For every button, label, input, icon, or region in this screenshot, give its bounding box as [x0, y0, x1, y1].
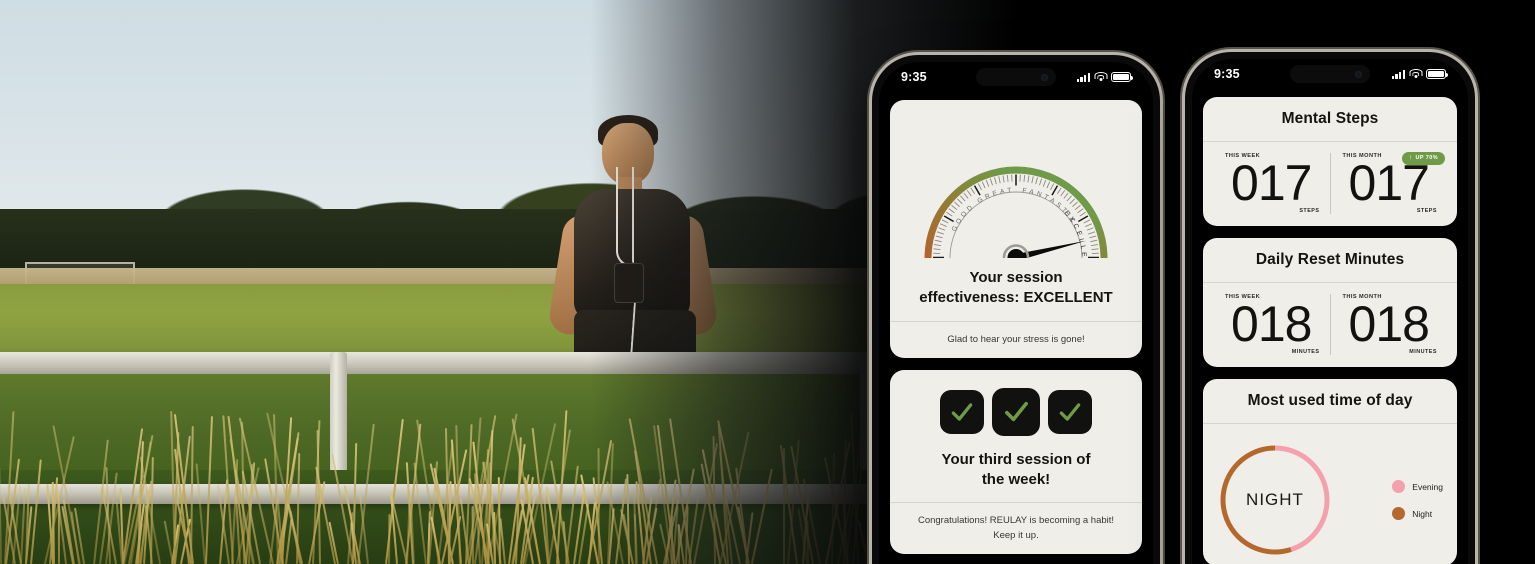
- legend-swatch-evening: [1392, 480, 1406, 493]
- streak-footer-line1: Congratulations! REULAY is becoming a ha…: [917, 515, 1115, 527]
- stat-value: 017: [1231, 155, 1312, 211]
- stat-this-week: THIS WEEK 017 STEPS: [1213, 153, 1330, 214]
- legend-item-night: Night: [1392, 507, 1443, 520]
- gauge-container: GOOD GREAT FANTASTIC EXCELLENT: [890, 100, 1142, 264]
- donut-legend: Evening Night: [1392, 480, 1445, 520]
- daily-reset-minutes-card[interactable]: Daily Reset Minutes THIS WEEK 018 MINUTE…: [1203, 238, 1457, 367]
- status-icons: [1391, 68, 1448, 80]
- check-icon: [992, 387, 1040, 436]
- stat-this-month: THIS MONTH 018 MINUTES: [1329, 294, 1448, 355]
- check-icon: [940, 389, 984, 434]
- session-effectiveness-card[interactable]: GOOD GREAT FANTASTIC EXCELLENT: [890, 100, 1142, 358]
- phone-right-screen: 9:35 Mental Steps THIS WEEK 017 STEPS TH…: [1192, 59, 1468, 564]
- stat-value: 018: [1231, 296, 1312, 352]
- wifi-icon: [1094, 72, 1107, 82]
- battery-full-icon: [1111, 71, 1133, 83]
- stat-this-week: THIS WEEK 018 MINUTES: [1213, 294, 1330, 355]
- svg-text:GOOD: GOOD: [951, 202, 977, 232]
- gauge-label-great: GREAT: [976, 187, 1011, 205]
- gauge-footer-message: Glad to hear your stress is gone!: [890, 320, 1142, 358]
- cellular-bars-icon: [1391, 69, 1405, 79]
- mental-steps-stats: THIS WEEK 017 STEPS THIS MONTH ↑ UP 70% …: [1203, 142, 1457, 226]
- trend-badge-text: UP 70%: [1415, 155, 1438, 162]
- gauge-needle: [1002, 240, 1087, 258]
- status-icons: [1076, 71, 1133, 83]
- streak-checks: [890, 370, 1142, 446]
- hero-photo: [0, 0, 1020, 564]
- gauge-wrap: GOOD GREAT FANTASTIC EXCELLENT: [898, 110, 1134, 258]
- trend-badge: ↑ UP 70%: [1401, 152, 1445, 165]
- streak-caption: Your third session of the week!: [890, 446, 1142, 503]
- time-of-day-title: Most used time of day: [1203, 379, 1457, 424]
- status-time: 9:35: [901, 70, 927, 84]
- dynamic-island: [1290, 65, 1370, 83]
- front-camera-icon: [1041, 73, 1048, 81]
- daily-reset-stats: THIS WEEK 018 MINUTES THIS MONTH 018 MIN…: [1203, 283, 1457, 367]
- stat-value: 017: [1348, 155, 1430, 211]
- screenshot-stage: 9:35 GOOD GREAT FANTASTIC EXCE LE Your s…: [0, 0, 1535, 564]
- donut-center-label: NIGHT: [1246, 490, 1304, 509]
- time-of-day-card[interactable]: Most used time of day NIGHT Evening Nigh…: [1203, 379, 1457, 564]
- status-bar: 9:35: [879, 62, 1153, 92]
- session-streak-card[interactable]: Your third session of the week! Congratu…: [890, 369, 1142, 554]
- phone-left: 9:35 GOOD GREAT FANTASTIC EXCE LE Your s…: [872, 55, 1160, 564]
- daily-reset-title: Daily Reset Minutes: [1203, 238, 1457, 283]
- mental-steps-card[interactable]: Mental Steps THIS WEEK 017 STEPS THIS MO…: [1203, 97, 1457, 226]
- dynamic-island: [976, 68, 1056, 86]
- battery-full-icon: [1426, 68, 1448, 80]
- mental-steps-title: Mental Steps: [1203, 97, 1457, 142]
- gauge-caption-line2: effectiveness: EXCELLENT: [919, 289, 1113, 307]
- streak-footer-message: Congratulations! REULAY is becoming a ha…: [890, 502, 1142, 554]
- phone-right-cards: Mental Steps THIS WEEK 017 STEPS THIS MO…: [1192, 89, 1468, 564]
- stat-value: 018: [1348, 296, 1430, 352]
- wifi-icon: [1409, 69, 1422, 79]
- svg-text:GREAT: GREAT: [976, 187, 1014, 205]
- gauge-label-good: GOOD: [951, 202, 973, 232]
- legend-item-evening: Evening: [1392, 480, 1443, 493]
- check-icon: [1048, 389, 1092, 434]
- stat-this-month: THIS MONTH ↑ UP 70% 017 STEPS: [1329, 152, 1448, 214]
- time-of-day-chart: NIGHT Evening Night: [1203, 424, 1457, 564]
- effectiveness-gauge-icon: GOOD GREAT FANTASTIC EXCELLENT: [910, 110, 1108, 258]
- gauge-caption-line1: Your session: [969, 269, 1063, 286]
- front-camera-icon: [1355, 70, 1362, 78]
- streak-caption-line1: Your third session of: [941, 450, 1091, 468]
- legend-swatch-night: [1392, 507, 1406, 520]
- streak-footer-line2: Keep it up.: [993, 529, 1039, 541]
- gauge-caption: Your session effectiveness: EXCELLENT: [890, 264, 1142, 321]
- status-bar: 9:35: [1192, 59, 1468, 89]
- legend-label-night: Night: [1412, 508, 1433, 519]
- phone-left-screen: 9:35 GOOD GREAT FANTASTIC EXCE LE Your s…: [879, 62, 1153, 564]
- donut-holder: NIGHT: [1215, 440, 1335, 560]
- cellular-bars-icon: [1076, 72, 1090, 82]
- status-time: 9:35: [1214, 67, 1240, 81]
- streak-caption-line2: the week!: [981, 471, 1051, 488]
- phone-left-cards: GOOD GREAT FANTASTIC EXCELLENT: [879, 92, 1153, 562]
- arrow-up-icon: ↑: [1408, 154, 1413, 161]
- legend-label-evening: Evening: [1412, 481, 1443, 492]
- phone-right: 9:35 Mental Steps THIS WEEK 017 STEPS TH…: [1185, 52, 1475, 564]
